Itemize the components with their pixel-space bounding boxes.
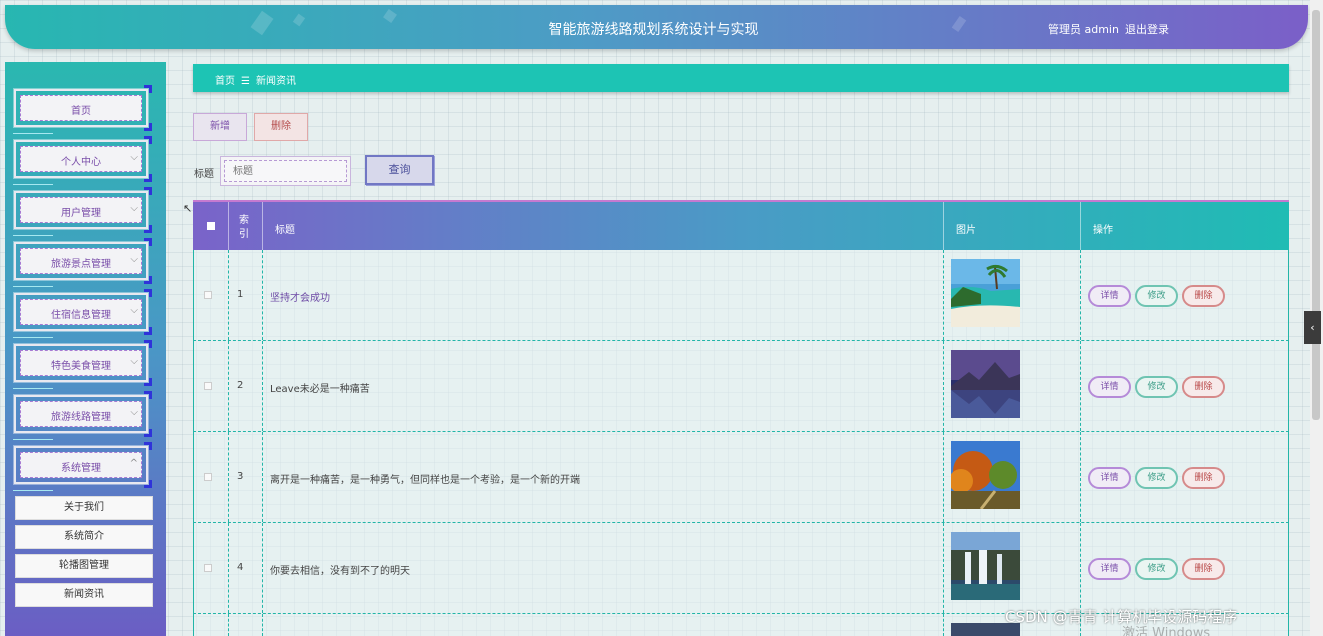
row-index: 4 (237, 562, 244, 573)
sidebar-subitem-carousel[interactable]: 轮播图管理 (15, 554, 153, 578)
beach-scene-image (951, 259, 1020, 327)
sidebar-item-label: 特色美食管理 (51, 361, 111, 372)
sidebar-item-local-food[interactable]: 特色美食管理 ⌵ (13, 340, 152, 389)
detail-button[interactable]: 详情 (1088, 376, 1131, 398)
batch-delete-button[interactable]: 删除 (254, 113, 308, 141)
sidebar-subitem-system-intro[interactable]: 系统简介 (15, 525, 153, 549)
csdn-watermark: CSDN @青青 计算机毕设源码程序 (1005, 608, 1238, 626)
sidebar-item-system-management[interactable]: 系统管理 ^ (13, 442, 152, 491)
header-ops: 操作 (1093, 225, 1113, 236)
sidebar-item-user-management[interactable]: 用户管理 ⌵ (13, 187, 152, 236)
edit-button[interactable]: 修改 (1135, 376, 1178, 398)
table-row: 4 你要去相信，没有到不了的明天 详情 修改 删除 (193, 523, 1289, 614)
breadcrumb-home[interactable]: 首页 (215, 76, 235, 87)
search-label: 标题 (194, 169, 214, 180)
sidebar-item-label: 旅游线路管理 (51, 412, 111, 423)
edit-button[interactable]: 修改 (1135, 467, 1178, 489)
table-row: 2 Leave未必是一种痛苦 详情 修改 删除 (193, 341, 1289, 432)
delete-button[interactable]: 删除 (1182, 376, 1225, 398)
row-checkbox[interactable] (204, 564, 212, 572)
scrollbar-thumb[interactable] (1312, 10, 1320, 420)
header-image: 图片 (944, 202, 1081, 250)
sidebar-item-label: 个人中心 (61, 157, 101, 168)
delete-button[interactable]: 删除 (1182, 285, 1225, 307)
add-button[interactable]: 新增 (193, 113, 247, 141)
table-header: 索引 标题 图片 操作 (193, 200, 1289, 250)
breadcrumb-current: 新闻资讯 (255, 76, 296, 87)
select-all-checkbox[interactable] (193, 202, 229, 250)
row-index: 2 (237, 380, 244, 391)
row-checkbox-cell (193, 250, 229, 340)
sidebar-item-travel-routes[interactable]: 旅游线路管理 ⌵ (13, 391, 152, 440)
sidebar-item-scenic-spots[interactable]: 旅游景点管理 ⌵ (13, 238, 152, 287)
chevron-down-icon: ⌵ (130, 356, 138, 367)
delete-button[interactable]: 删除 (1182, 467, 1225, 489)
edit-button[interactable]: 修改 (1135, 285, 1178, 307)
sidebar-item-accommodation[interactable]: 住宿信息管理 ⌵ (13, 289, 152, 338)
table-row: 3 离开是一种痛苦，是一种勇气，但同样也是一个考验，是一个新的开端 详情 修改 … (193, 432, 1289, 523)
row-index: 1 (237, 289, 244, 300)
header-index: 索引 (229, 202, 263, 250)
top-header: 智能旅游线路规划系统设计与实现 管理员 admin 退出登录 (5, 5, 1308, 49)
autumn-trees-image (951, 441, 1020, 509)
mouse-cursor-icon: ↖ (183, 202, 193, 215)
header-title: 标题 (263, 202, 944, 250)
query-button[interactable]: 查询 (365, 155, 434, 185)
search-input-wrapper (220, 156, 351, 186)
row-checkbox[interactable] (204, 291, 212, 299)
sidebar-subitem-about-us[interactable]: 关于我们 (15, 496, 153, 520)
sidebar-item-label: 系统管理 (61, 463, 101, 474)
edit-button[interactable]: 修改 (1135, 558, 1178, 580)
row-checkbox[interactable] (204, 473, 212, 481)
row-title: 你要去相信，没有到不了的明天 (270, 566, 410, 577)
collapse-handle-icon[interactable]: ‹ (1304, 311, 1321, 344)
delete-button[interactable]: 删除 (1182, 558, 1225, 580)
logout-link[interactable]: 退出登录 (1125, 21, 1169, 37)
search-input[interactable] (224, 160, 347, 182)
row-index: 3 (237, 471, 244, 482)
row-title: 离开是一种痛苦，是一种勇气，但同样也是一个考验，是一个新的开端 (270, 475, 580, 486)
sidebar-item-label: 用户管理 (61, 208, 101, 219)
admin-user-label: 管理员 admin (1048, 23, 1119, 36)
sidebar-item-personal-center[interactable]: 个人中心 ⌵ (13, 136, 152, 185)
sidebar-item-label: 旅游景点管理 (51, 259, 111, 270)
breadcrumb-separator-icon: ☰ (241, 76, 250, 87)
chevron-down-icon: ⌵ (130, 407, 138, 418)
detail-button[interactable]: 详情 (1088, 558, 1131, 580)
chevron-down-icon: ⌵ (130, 305, 138, 316)
detail-button[interactable]: 详情 (1088, 285, 1131, 307)
chevron-up-icon: ^ (129, 458, 138, 469)
chevron-down-icon: ⌵ (130, 254, 138, 265)
breadcrumb: 首页 ☰ 新闻资讯 (193, 64, 1289, 92)
sidebar-item-label: 住宿信息管理 (51, 310, 111, 321)
chevron-down-icon: ⌵ (130, 203, 138, 214)
mountain-lake-night-image (951, 350, 1020, 418)
sidebar-item-home[interactable]: 首页 (13, 85, 152, 134)
row-title: Leave未必是一种痛苦 (270, 384, 370, 395)
table-row: 1 坚持才会成功 详情 修改 删除 (193, 250, 1289, 341)
detail-button[interactable]: 详情 (1088, 467, 1131, 489)
chevron-down-icon: ⌵ (130, 152, 138, 163)
row-checkbox[interactable] (204, 382, 212, 390)
sidebar-subitem-news[interactable]: 新闻资讯 (15, 583, 153, 607)
sidebar-item-label: 首页 (71, 106, 91, 117)
row-title: 坚持才会成功 (270, 293, 330, 304)
waterfall-image (951, 532, 1020, 600)
